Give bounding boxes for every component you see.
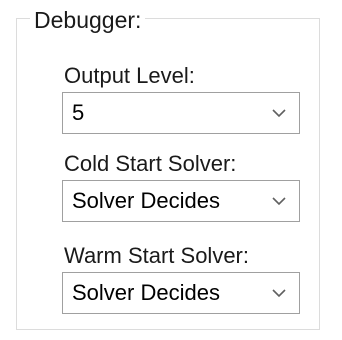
debugger-group-title: Debugger: <box>30 7 146 33</box>
cold-start-solver-dropdown[interactable]: Solver Decides <box>62 180 300 222</box>
chevron-down-icon[interactable] <box>271 107 287 119</box>
warm-start-solver-label: Warm Start Solver: <box>64 243 249 268</box>
chevron-down-icon[interactable] <box>271 287 287 299</box>
warm-start-solver-value: Solver Decides <box>72 280 220 305</box>
output-level-dropdown[interactable]: 5 <box>62 92 300 134</box>
cold-start-solver-label: Cold Start Solver: <box>64 151 237 176</box>
chevron-down-icon[interactable] <box>271 195 287 207</box>
warm-start-solver-dropdown[interactable]: Solver Decides <box>62 272 300 314</box>
cold-start-solver-value: Solver Decides <box>72 188 220 213</box>
output-level-label: Output Level: <box>64 63 195 88</box>
output-level-value: 5 <box>72 100 85 125</box>
